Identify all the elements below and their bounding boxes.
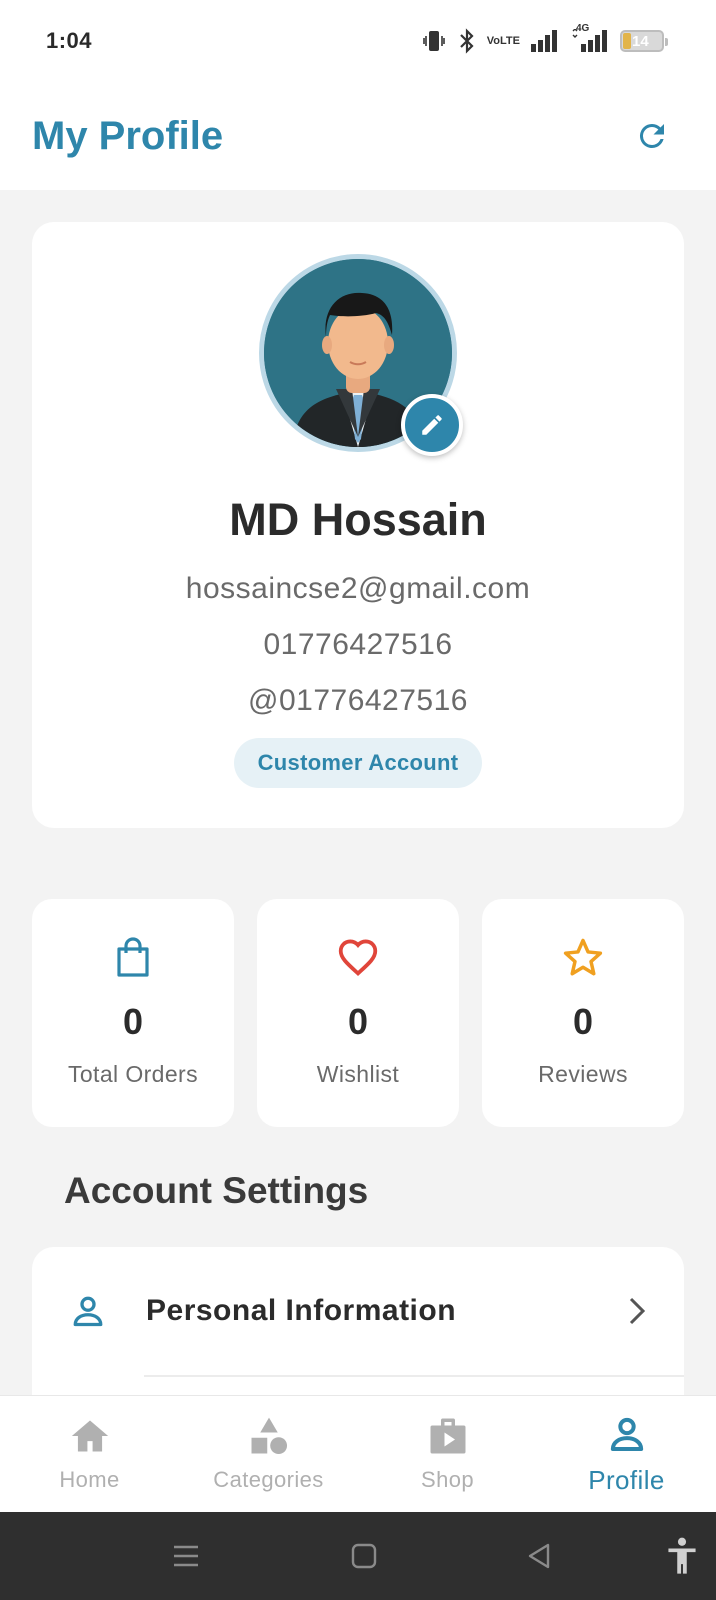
stat-label: Total Orders [67, 1061, 199, 1087]
profile-name: MD Hossain [229, 494, 487, 545]
nav-label: Shop [421, 1467, 474, 1492]
data-signal-icon: 4G [570, 23, 610, 53]
volte-indicator: Vo LTE [486, 35, 520, 47]
profile-username: @01776427516 [248, 684, 468, 717]
settings-item-label: Personal Information [146, 1294, 457, 1327]
nav-label: Home [59, 1467, 120, 1492]
stat-value: 0 [572, 1001, 594, 1042]
recent-apps-button[interactable] [164, 1534, 208, 1578]
shopping-bag-icon [117, 937, 149, 977]
bottom-nav: Home Categories Shop Profile [0, 1395, 716, 1512]
refresh-button[interactable] [632, 116, 672, 156]
nav-item-categories[interactable]: Categories [179, 1415, 358, 1493]
person-icon [73, 1296, 103, 1327]
signal-icon [530, 29, 560, 53]
stat-label: Wishlist [316, 1061, 400, 1087]
settings-item-personal-information[interactable]: Personal Information [32, 1247, 684, 1375]
stat-card-reviews[interactable]: 0 Reviews [482, 899, 684, 1127]
nav-label: Categories [213, 1467, 324, 1492]
nav-label: Profile [588, 1464, 665, 1495]
bluetooth-icon [457, 28, 477, 54]
accessibility-button[interactable] [660, 1534, 704, 1578]
pencil-icon [422, 415, 442, 435]
back-button[interactable] [518, 1534, 562, 1578]
chevron-right-icon [629, 1297, 646, 1325]
profile-email: hossaincse2@gmail.com [185, 572, 531, 605]
battery-level: 14 [632, 32, 649, 50]
accessibility-icon [668, 1537, 696, 1574]
profile-phone: 01776427516 [263, 628, 453, 661]
back-triangle-icon [528, 1543, 550, 1569]
data-type: 4G [576, 23, 590, 34]
refresh-icon [639, 123, 664, 148]
stat-value: 0 [347, 1001, 369, 1042]
stat-label: Reviews [538, 1061, 628, 1087]
heart-icon [338, 939, 378, 976]
battery-icon: 14 [620, 30, 668, 52]
stat-value: 0 [122, 1001, 144, 1042]
account-type-badge: Customer Account [233, 738, 483, 788]
stats-row: 0 Total Orders 0 Wishlist 0 Reviews [32, 899, 684, 1127]
home-icon [71, 1420, 108, 1452]
app-header: My Profile [0, 82, 716, 190]
section-title-account-settings: Account Settings [64, 1170, 369, 1211]
shop-icon [430, 1418, 465, 1454]
edit-avatar-button[interactable] [401, 394, 463, 456]
nav-item-home[interactable]: Home [0, 1415, 179, 1493]
nav-item-shop[interactable]: Shop [358, 1415, 537, 1493]
stat-card-orders[interactable]: 0 Total Orders [32, 899, 234, 1127]
home-system-button[interactable] [342, 1534, 386, 1578]
stat-card-wishlist[interactable]: 0 Wishlist [257, 899, 459, 1127]
profile-icon [610, 1417, 643, 1451]
square-icon [351, 1543, 377, 1569]
status-time: 1:04 [46, 28, 93, 53]
vibrate-icon [421, 28, 447, 54]
status-icons: Vo LTE 4G 14 [421, 23, 668, 54]
nav-item-profile[interactable]: Profile [537, 1413, 716, 1496]
categories-icon [251, 1417, 287, 1455]
star-icon [563, 938, 603, 976]
profile-card: MD Hossain hossaincse2@gmail.com 0177642… [32, 222, 684, 828]
divider [144, 1375, 684, 1377]
system-nav-bar [0, 1512, 716, 1600]
page-title: My Profile [32, 113, 224, 158]
status-bar: 1:04 Vo LTE 4G 14 [0, 0, 716, 82]
volte-top: Vo [486, 35, 501, 47]
menu-icon [174, 1545, 198, 1567]
volte-bottom: LTE [500, 35, 520, 47]
avatar-container [259, 254, 463, 456]
